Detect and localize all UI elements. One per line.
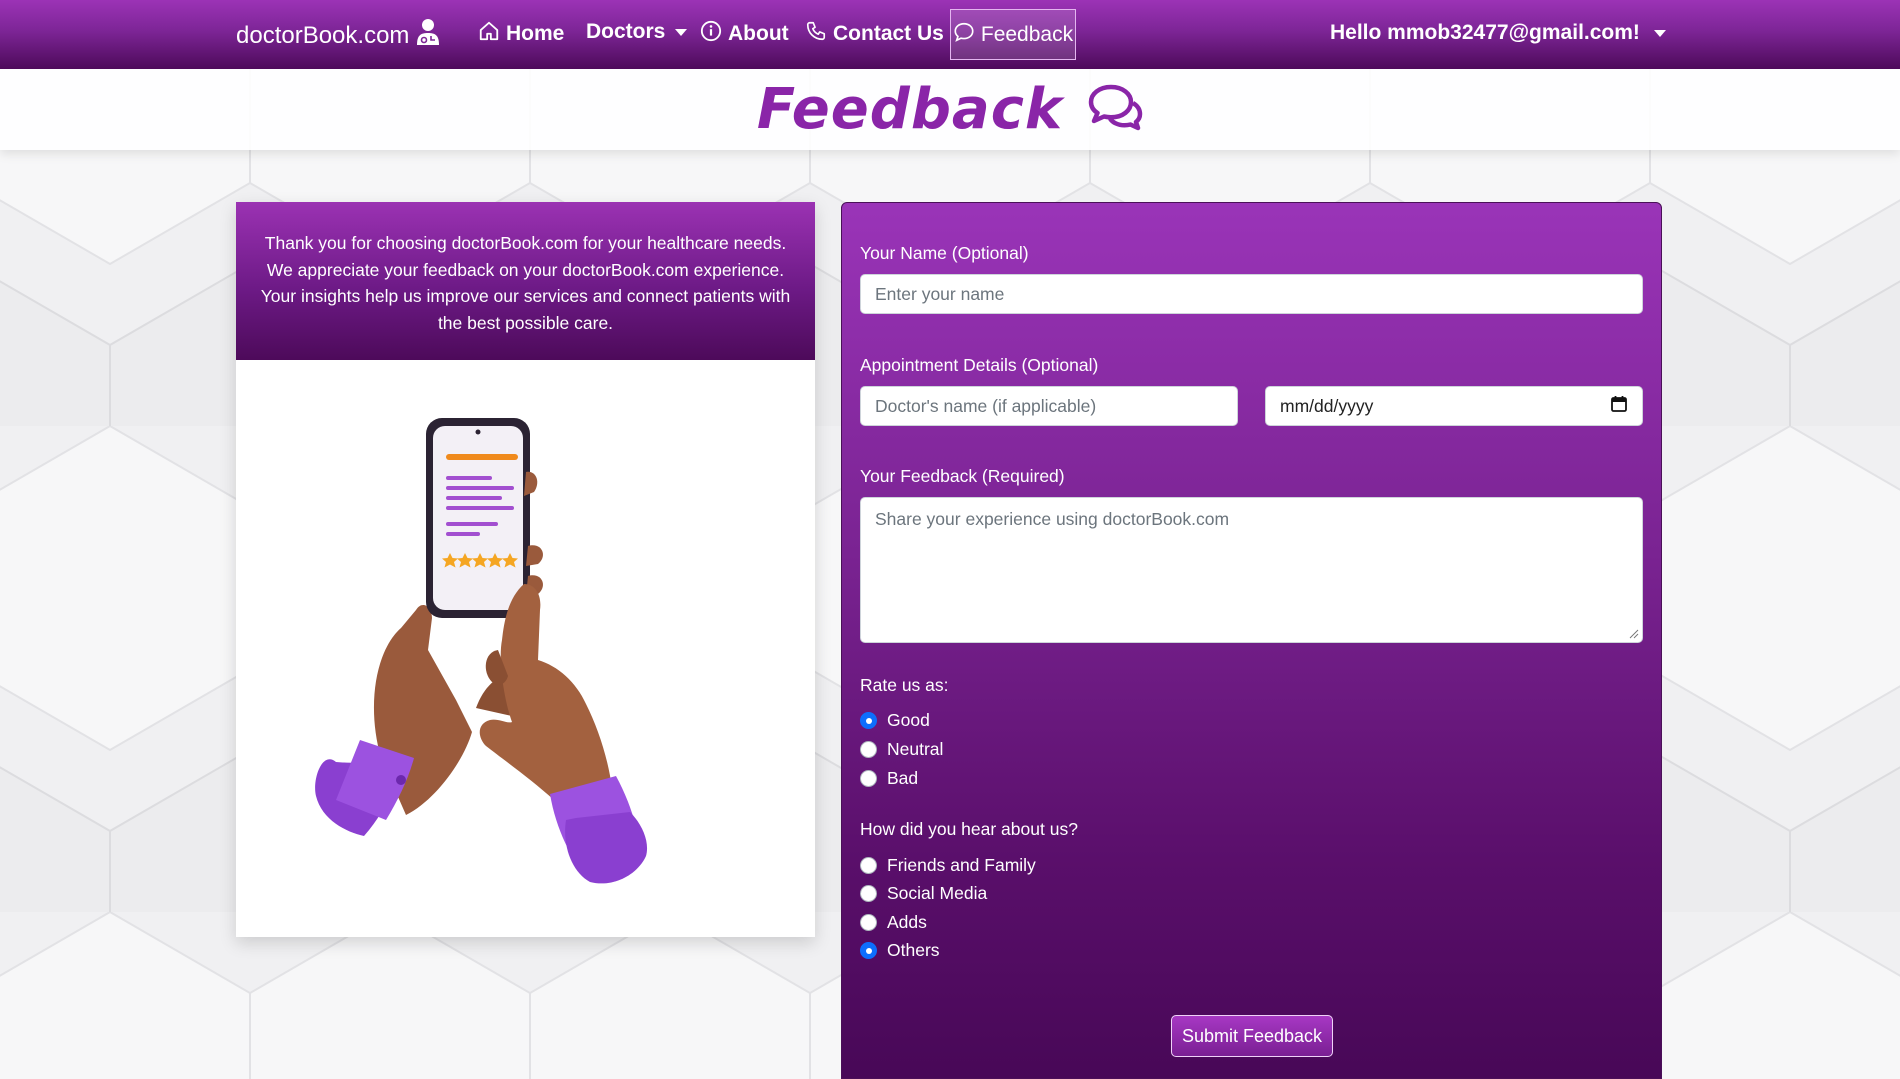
phone-rating-illustration xyxy=(315,418,648,884)
brand-logo[interactable]: doctorBook.com xyxy=(236,18,441,53)
title-band: Feedback xyxy=(0,69,1900,150)
rate-option-label: Bad xyxy=(887,768,919,788)
hear-option-friends[interactable]: Friends and Family xyxy=(860,855,1036,876)
caret-down-icon xyxy=(1653,29,1666,37)
submit-feedback-button[interactable]: Submit Feedback xyxy=(1171,1015,1333,1057)
doctor-icon xyxy=(415,18,441,53)
appointment-label: Appointment Details (Optional) xyxy=(860,355,1099,375)
nav-home[interactable]: Home xyxy=(478,20,564,48)
doctor-placeholder: Doctor's name (if applicable) xyxy=(875,395,1097,416)
appointment-date-input[interactable]: mm/dd/yyyy xyxy=(1265,386,1643,426)
nav-contact-label: Contact Us xyxy=(833,22,944,45)
hear-radio-adds[interactable] xyxy=(860,914,877,931)
calendar-icon[interactable] xyxy=(1610,395,1628,418)
hear-label: How did you hear about us? xyxy=(860,819,1078,839)
nav-doctors-dropdown[interactable]: Doctors xyxy=(586,20,688,44)
feedback-placeholder: Share your experience using doctorBook.c… xyxy=(875,509,1230,529)
info-icon xyxy=(700,20,722,48)
rate-radio-bad[interactable] xyxy=(860,770,877,787)
feedback-form: Your Name (Optional) Enter your name App… xyxy=(841,202,1662,1079)
nav-feedback-label: Feedback xyxy=(980,22,1074,46)
hear-option-social[interactable]: Social Media xyxy=(860,883,987,904)
rate-radio-neutral[interactable] xyxy=(860,741,877,758)
home-icon xyxy=(478,20,500,48)
rate-option-good[interactable]: Good xyxy=(860,710,930,731)
brand-name: doctorBook.com xyxy=(236,21,410,49)
rate-option-label: Good xyxy=(887,710,930,730)
intro-message: Thank you for choosing doctorBook.com fo… xyxy=(260,233,791,333)
nav-contact[interactable]: Contact Us xyxy=(805,20,944,48)
hear-option-label: Social Media xyxy=(887,883,988,903)
hear-radio-friends[interactable] xyxy=(860,857,877,874)
name-input[interactable]: Enter your name xyxy=(860,274,1643,314)
nav-about-label: About xyxy=(728,22,789,45)
feedback-textarea[interactable]: Share your experience using doctorBook.c… xyxy=(860,497,1643,643)
user-greeting: Hello mmob32477@gmail.com! xyxy=(1330,21,1640,44)
name-label: Your Name (Optional) xyxy=(860,243,1029,263)
hear-option-label: Friends and Family xyxy=(887,855,1036,875)
user-menu-dropdown[interactable]: Hello mmob32477@gmail.com! xyxy=(1330,21,1666,45)
nav-feedback-active[interactable]: Feedback xyxy=(950,9,1076,60)
intro-message-box: Thank you for choosing doctorBook.com fo… xyxy=(236,202,815,360)
page-title: Feedback xyxy=(756,77,1064,142)
hear-radio-social[interactable] xyxy=(860,885,877,902)
rate-radio-good[interactable] xyxy=(860,712,877,729)
chat-bubbles-icon xyxy=(1087,83,1143,136)
name-placeholder: Enter your name xyxy=(875,283,1005,304)
hear-option-adds[interactable]: Adds xyxy=(860,912,927,933)
intro-card: Thank you for choosing doctorBook.com fo… xyxy=(236,202,815,937)
caret-down-icon xyxy=(675,28,688,36)
phone-icon xyxy=(805,20,827,48)
resize-grip-icon[interactable] xyxy=(1629,629,1639,639)
rate-label: Rate us as: xyxy=(860,675,949,695)
hear-radio-others[interactable] xyxy=(860,942,877,959)
hear-option-label: Others xyxy=(887,940,940,960)
hear-option-others[interactable]: Others xyxy=(860,940,940,961)
chat-icon xyxy=(953,21,975,49)
doctor-name-input[interactable]: Doctor's name (if applicable) xyxy=(860,386,1238,426)
hear-option-label: Adds xyxy=(887,912,927,932)
nav-about[interactable]: About xyxy=(700,20,789,48)
rate-option-bad[interactable]: Bad xyxy=(860,768,918,789)
date-value: mm/dd/yyyy xyxy=(1280,395,1374,416)
nav-home-label: Home xyxy=(506,22,565,45)
rate-option-label: Neutral xyxy=(887,739,944,759)
feedback-label: Your Feedback (Required) xyxy=(860,466,1065,486)
nav-doctors-label: Doctors xyxy=(586,20,666,43)
rate-option-neutral[interactable]: Neutral xyxy=(860,739,943,760)
navbar: doctorBook.com Home Doctors About Contac… xyxy=(0,0,1900,69)
